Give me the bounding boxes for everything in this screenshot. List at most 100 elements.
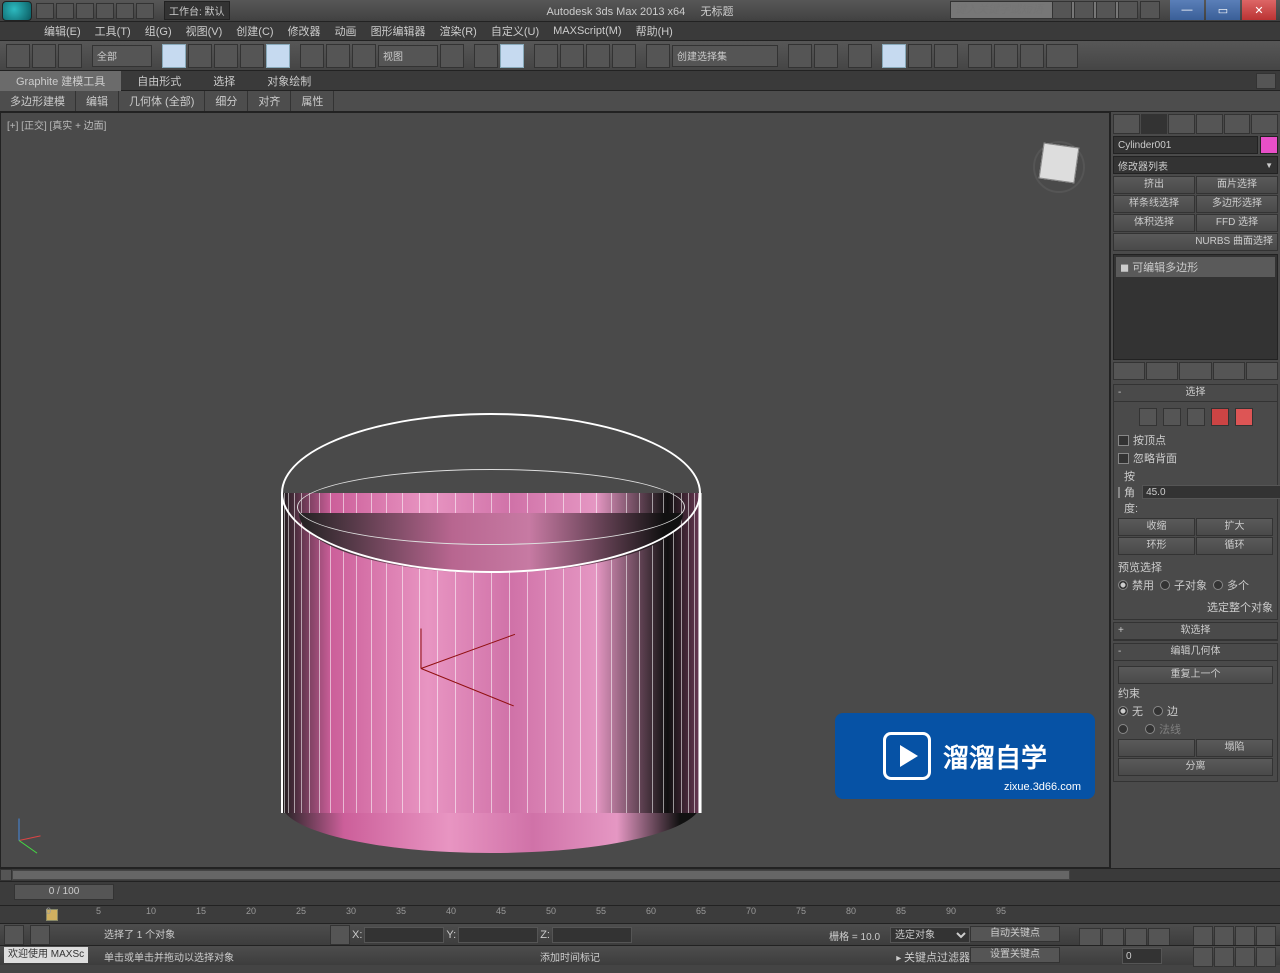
menu-grapheditors[interactable]: 图形编辑器 <box>371 23 426 39</box>
pin-stack-icon[interactable] <box>1113 362 1145 380</box>
edit-named-sel-button[interactable] <box>646 44 670 68</box>
preview-off-radio[interactable] <box>1118 580 1128 590</box>
shrink-button[interactable]: 收缩 <box>1118 518 1195 536</box>
save-icon[interactable] <box>76 3 94 19</box>
nav-fov-icon[interactable] <box>1235 926 1255 946</box>
loop-button[interactable]: 循环 <box>1196 537 1273 555</box>
ribbon-sub-properties[interactable]: 属性 <box>291 91 334 111</box>
named-selection-dropdown[interactable]: 创建选择集 <box>672 45 778 67</box>
coord-x-field[interactable] <box>364 927 444 943</box>
subobj-polygon-icon[interactable] <box>1211 408 1229 426</box>
rollout-soft-header[interactable]: 软选择 <box>1114 623 1277 640</box>
coord-y-field[interactable] <box>458 927 538 943</box>
key-filters-button[interactable]: ▸ 关键点过滤器 <box>896 949 970 965</box>
window-crossing-button[interactable] <box>240 44 264 68</box>
rollout-selection-header[interactable]: 选择 <box>1114 385 1277 402</box>
scale-button[interactable] <box>352 44 376 68</box>
lock-selection-icon[interactable] <box>30 925 50 945</box>
tab-modify-icon[interactable] <box>1141 114 1168 134</box>
by-angle-spinner[interactable] <box>1142 485 1280 499</box>
link-icon[interactable] <box>136 3 154 19</box>
viewport-scrollbar[interactable] <box>0 868 1280 881</box>
transform-gizmo[interactable] <box>421 668 601 748</box>
poly-select-button[interactable]: 多边形选择 <box>1196 195 1278 213</box>
menu-render[interactable]: 渲染(R) <box>440 23 477 39</box>
ribbon-tab-objectpaint[interactable]: 对象绘制 <box>251 71 327 91</box>
current-frame-field[interactable] <box>1122 948 1162 964</box>
render-setup-button[interactable] <box>968 44 992 68</box>
viewport-label[interactable]: [+] [正交] [真实 + 边面] <box>7 117 106 132</box>
rendered-frame-button[interactable] <box>994 44 1018 68</box>
rotate-button[interactable] <box>326 44 350 68</box>
nav-maximize-icon[interactable] <box>1235 947 1255 967</box>
by-angle-checkbox[interactable] <box>1118 487 1120 498</box>
move-button[interactable] <box>300 44 324 68</box>
redo-icon[interactable] <box>116 3 134 19</box>
select-by-name-button[interactable] <box>188 44 212 68</box>
maxscript-listener[interactable]: 欢迎使用 MAXSc <box>4 947 88 963</box>
ring-button[interactable]: 环形 <box>1118 537 1195 555</box>
new-icon[interactable] <box>36 3 54 19</box>
modifier-stack[interactable]: ◼ 可编辑多边形 <box>1113 254 1278 360</box>
subobj-edge-icon[interactable] <box>1163 408 1181 426</box>
close-button[interactable]: ✕ <box>1242 0 1276 20</box>
help-icon[interactable] <box>1140 1 1160 19</box>
nav-pan-icon[interactable] <box>1193 926 1213 946</box>
spline-select-button[interactable]: 样条线选择 <box>1113 195 1195 213</box>
ribbon-sub-subdiv[interactable]: 细分 <box>205 91 248 111</box>
object-color-swatch[interactable] <box>1260 136 1278 154</box>
constraint-normal-radio[interactable] <box>1145 724 1155 734</box>
tab-utilities-icon[interactable] <box>1251 114 1278 134</box>
menu-edit[interactable]: 编辑(E) <box>44 23 81 39</box>
snap-percent-button[interactable] <box>586 44 610 68</box>
select-object-button[interactable] <box>162 44 186 68</box>
subobj-vertex-icon[interactable] <box>1139 408 1157 426</box>
search-go-icon[interactable] <box>1052 1 1072 19</box>
nav-zoom-icon[interactable] <box>1214 926 1234 946</box>
menu-help[interactable]: 帮助(H) <box>636 23 673 39</box>
collapse-button[interactable]: 塌陷 <box>1196 739 1273 757</box>
preserve-uv-button[interactable] <box>1118 739 1195 757</box>
lock-icon[interactable] <box>330 925 350 945</box>
minimize-button[interactable]: — <box>1170 0 1204 20</box>
grow-button[interactable]: 扩大 <box>1196 518 1273 536</box>
use-center-button[interactable] <box>440 44 464 68</box>
menu-create[interactable]: 创建(C) <box>236 23 273 39</box>
snap-angle-button[interactable] <box>560 44 584 68</box>
key-target-dropdown[interactable]: 选定对象 <box>890 927 970 943</box>
ribbon-sub-polymodel[interactable]: 多边形建模 <box>0 91 76 111</box>
nav-minmax-icon[interactable] <box>1256 947 1276 967</box>
menu-view[interactable]: 视图(V) <box>186 23 223 39</box>
undo-icon[interactable] <box>96 3 114 19</box>
rollout-editgeom-header[interactable]: 编辑几何体 <box>1114 644 1277 661</box>
time-slider-handle[interactable]: 0 / 100 <box>14 884 114 900</box>
subobj-element-icon[interactable] <box>1235 408 1253 426</box>
autokey-button[interactable]: 自动关键点 <box>970 926 1060 942</box>
viewport[interactable]: [+] [正交] [真实 + 边面] 溜溜自学 zixue.3d66.com <box>0 112 1110 868</box>
menu-maxscript[interactable]: MAXScript(M) <box>553 25 621 37</box>
viewcube[interactable] <box>1029 133 1089 193</box>
constraint-face-radio[interactable] <box>1118 724 1128 734</box>
render-production-button[interactable] <box>1046 44 1078 68</box>
setkey-button[interactable]: 设置关键点 <box>970 947 1060 963</box>
select-region-button[interactable] <box>214 44 238 68</box>
layers-button[interactable] <box>848 44 872 68</box>
stack-item-editable-poly[interactable]: ◼ 可编辑多边形 <box>1116 257 1275 277</box>
app-logo-icon[interactable] <box>2 1 32 21</box>
viewport-object-cylinder[interactable] <box>281 413 701 853</box>
make-unique-icon[interactable] <box>1179 362 1211 380</box>
ribbon-tab-freeform[interactable]: 自由形式 <box>121 71 197 91</box>
track-bar[interactable]: 05101520253035404550556065707580859095 <box>0 905 1280 923</box>
menu-animation[interactable]: 动画 <box>335 23 357 39</box>
ignore-backfacing-checkbox[interactable] <box>1118 453 1129 464</box>
favorites-icon[interactable] <box>1118 1 1138 19</box>
refcoord-dropdown[interactable]: 视图 <box>378 45 438 67</box>
menu-tools[interactable]: 工具(T) <box>95 23 131 39</box>
time-slider[interactable]: 0 / 100 <box>0 881 1280 905</box>
ribbon-sub-geometry[interactable]: 几何体 (全部) <box>119 91 205 111</box>
tab-create-icon[interactable] <box>1113 114 1140 134</box>
schematic-view-button[interactable] <box>908 44 932 68</box>
redo-button[interactable] <box>32 44 56 68</box>
menu-customize[interactable]: 自定义(U) <box>491 23 539 39</box>
modifier-list-dropdown[interactable]: 修改器列表 <box>1113 156 1278 174</box>
